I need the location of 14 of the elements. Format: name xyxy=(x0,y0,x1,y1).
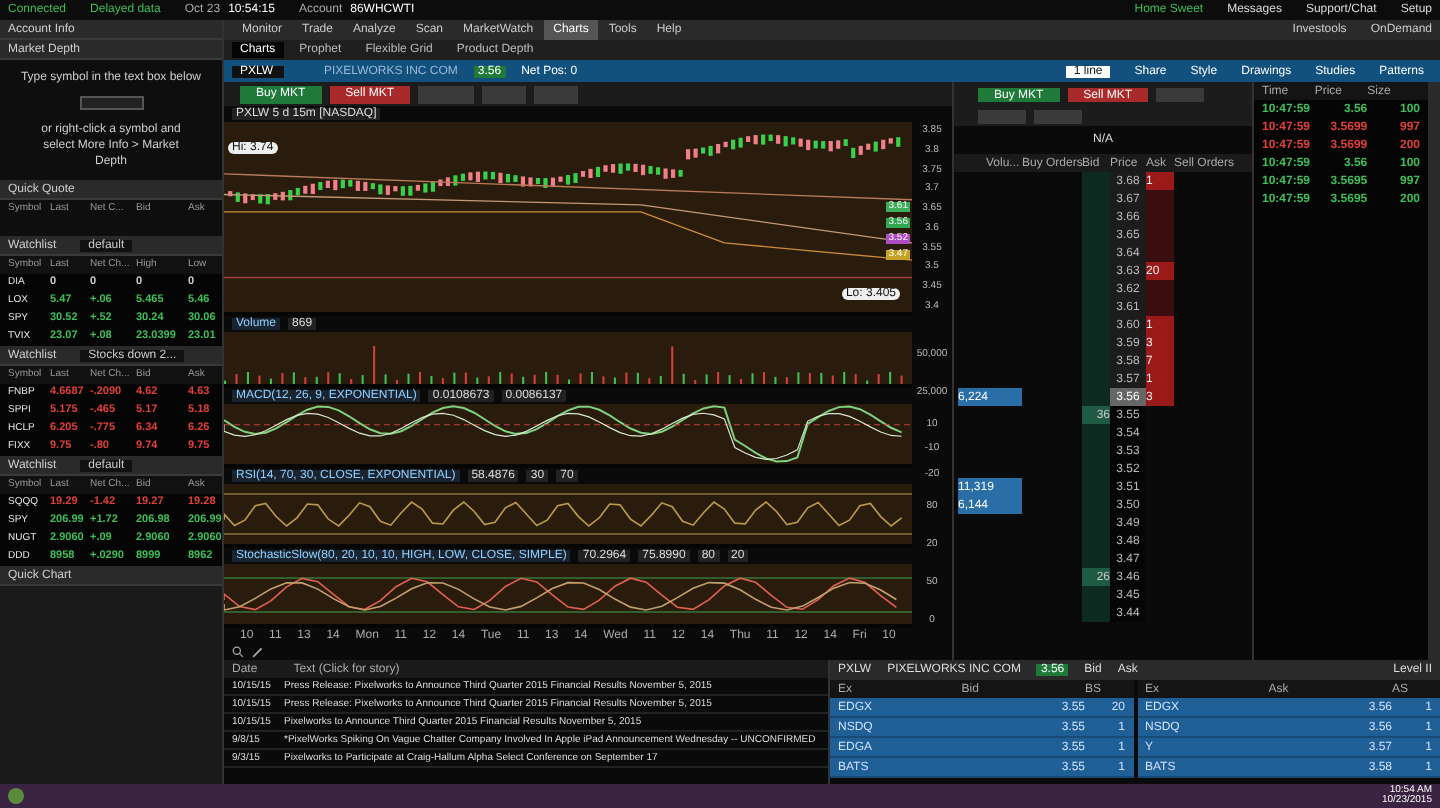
ask-cell[interactable] xyxy=(1146,190,1174,208)
zoom-icon[interactable] xyxy=(232,646,244,658)
bid-cell[interactable] xyxy=(1082,604,1110,622)
start-button[interactable] xyxy=(8,788,24,804)
bid-cell[interactable] xyxy=(1082,550,1110,568)
bid-cell[interactable] xyxy=(1082,424,1110,442)
bid-cell[interactable] xyxy=(1082,388,1110,406)
ask-cell[interactable] xyxy=(1146,298,1174,316)
bid-cell[interactable] xyxy=(1082,586,1110,604)
pencil-icon[interactable] xyxy=(252,646,264,658)
ask-cell[interactable] xyxy=(1146,244,1174,262)
bid-cell[interactable] xyxy=(1082,172,1110,190)
symbol-field[interactable] xyxy=(79,96,143,110)
ask-cell[interactable] xyxy=(1146,280,1174,298)
